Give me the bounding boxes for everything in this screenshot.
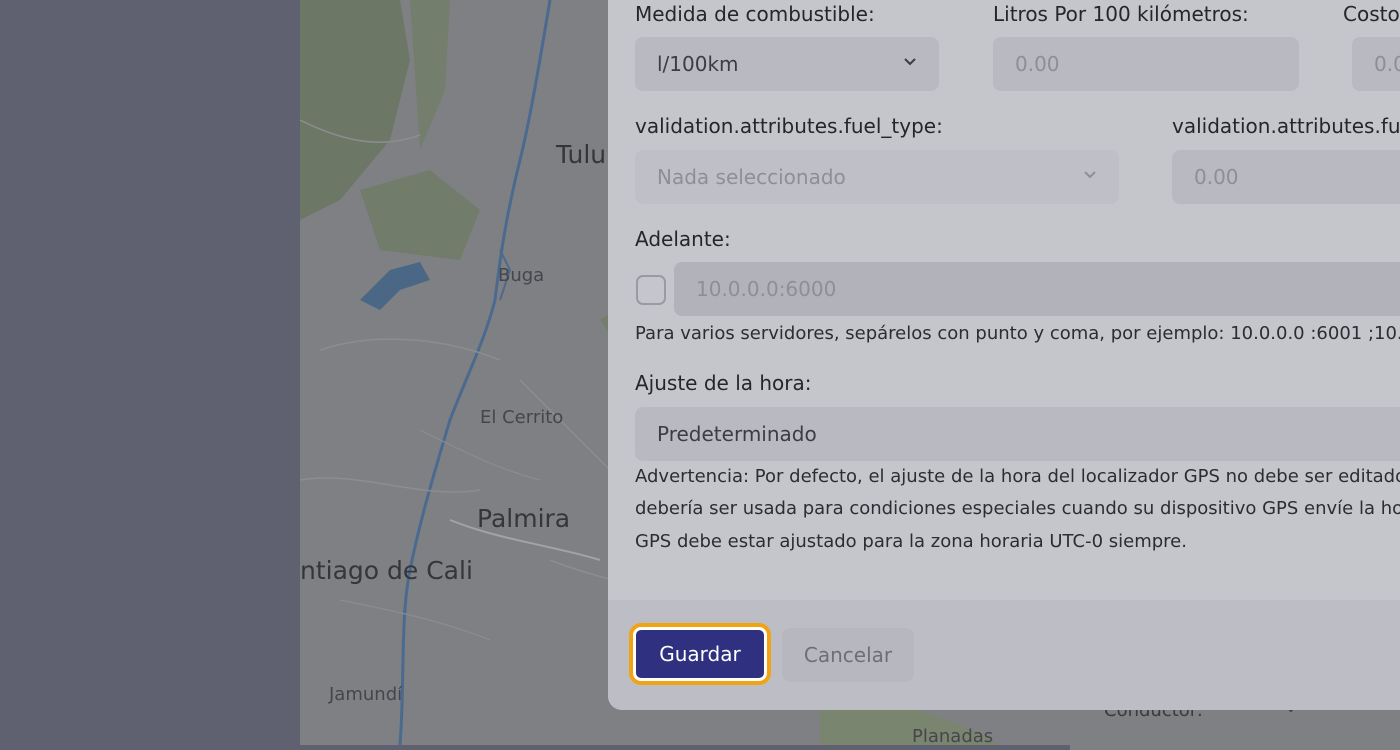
modal-body: Medida de combustible: l/100km Litros Po… (608, 0, 1400, 600)
fuel-price-label: validation.attributes.fu (1172, 114, 1400, 138)
map-label-buga: Buga (498, 265, 545, 286)
forward-help-text: Para varios servidores, sepárelos con pu… (635, 323, 1400, 344)
map-label-cali: ntiago de Cali (300, 556, 473, 585)
fuel-measure-value: l/100km (657, 52, 739, 76)
cost-input[interactable]: 0.0 (1352, 37, 1400, 91)
fuel-type-select[interactable]: Nada seleccionado (635, 150, 1119, 204)
fuel-price-input[interactable]: 0.00 (1172, 150, 1400, 204)
cancel-button[interactable]: Cancelar (782, 628, 914, 682)
liters-per-100km-label: Litros Por 100 kilómetros: (993, 2, 1249, 26)
fuel-measure-label: Medida de combustible: (635, 2, 875, 26)
fuel-type-label: validation.attributes.fuel_type: (635, 114, 943, 138)
save-button[interactable]: Guardar (633, 627, 767, 681)
forward-checkbox[interactable] (636, 275, 666, 305)
map-label-palmira: Palmira (477, 504, 571, 533)
chevron-down-icon (904, 58, 916, 66)
time-adjust-warning-line-3: GPS debe estar ajustado para la zona hor… (635, 531, 1187, 552)
modal-footer: Guardar Cancelar (608, 600, 1400, 710)
map-label-planadas: Planadas (912, 726, 994, 745)
forward-label: Adelante: (635, 227, 731, 251)
map-label-el-cerrito: El Cerrito (480, 407, 564, 428)
fuel-type-value: Nada seleccionado (657, 165, 846, 189)
time-adjust-select[interactable]: Predeterminado (635, 407, 1400, 461)
time-adjust-label: Ajuste de la hora: (635, 371, 812, 395)
time-adjust-value: Predeterminado (657, 422, 817, 446)
time-adjust-warning-line-2: debería ser usada para condiciones espec… (635, 498, 1400, 519)
time-adjust-warning-line-1: Advertencia: Por defecto, el ajuste de l… (635, 466, 1400, 487)
device-settings-modal: Medida de combustible: l/100km Litros Po… (608, 0, 1400, 710)
forward-placeholder: 10.0.0.0:6000 (696, 277, 837, 301)
liters-per-100km-placeholder: 0.00 (1015, 52, 1060, 76)
liters-per-100km-input[interactable]: 0.00 (993, 37, 1299, 91)
cost-placeholder: 0.0 (1374, 52, 1400, 76)
map-label-tulua: Tulu (556, 140, 607, 169)
fuel-measure-select[interactable]: l/100km (635, 37, 939, 91)
fuel-price-placeholder: 0.00 (1194, 165, 1239, 189)
forward-input[interactable]: 10.0.0.0:6000 (674, 262, 1400, 316)
map-label-jamundi: Jamundí (329, 684, 403, 705)
cost-label: Costo (1343, 2, 1400, 26)
chevron-down-icon (1084, 171, 1096, 179)
sidebar-overlay (0, 0, 300, 745)
